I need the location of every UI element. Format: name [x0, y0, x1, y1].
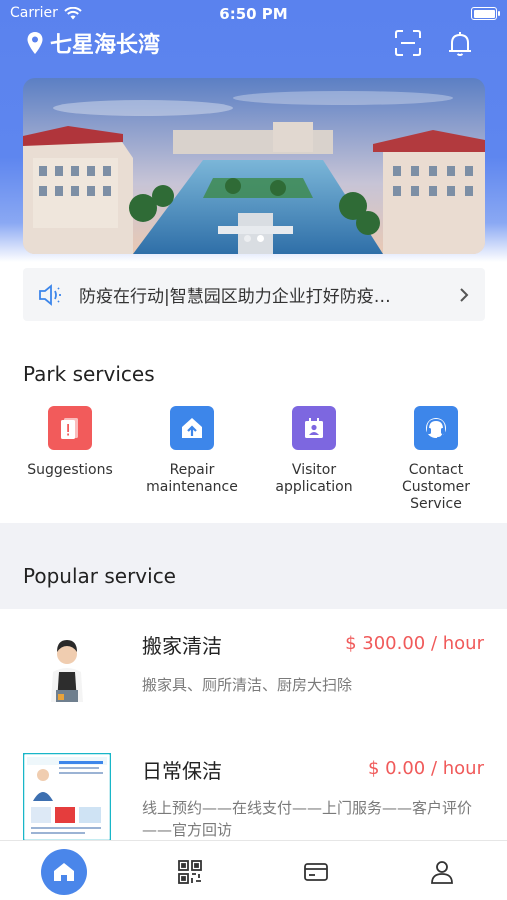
home-icon: [54, 863, 74, 881]
service-label: Visitor application: [275, 462, 353, 495]
bell-icon[interactable]: [445, 28, 475, 58]
service-description: 线上预约——在线支付——上门服务——客户评价——官方回访: [142, 799, 473, 839]
status-bar: Carrier 6:50 PM: [0, 0, 507, 28]
card-icon: [304, 863, 328, 881]
clock: 6:50 PM: [219, 5, 288, 23]
service-description: 搬家具、厕所清洁、厨房大扫除: [142, 676, 353, 694]
repair-home-icon: [170, 406, 214, 450]
header-actions: [393, 28, 475, 58]
headset-icon: [414, 406, 458, 450]
service-card[interactable]: 日常保洁 $ 0.00 / hour 线上预约——在线支付——上门服务——客户评…: [0, 745, 507, 845]
carousel-dots: [23, 235, 485, 242]
park-services-grid: Suggestions Repair maintenance Visitor app…: [0, 406, 507, 516]
service-label: Suggestions: [27, 462, 113, 478]
service-price: $ 0.00 / hour: [368, 758, 484, 779]
service-repair[interactable]: Repair maintenance: [132, 406, 252, 496]
tab-scan-code[interactable]: [167, 849, 213, 895]
chevron-right-icon: [460, 287, 469, 302]
bottom-tab-bar: [0, 840, 507, 900]
qr-code-icon: [178, 860, 202, 884]
announcement-bar[interactable]: 防疫在行动|智慧园区助力企业打好防疫…: [23, 268, 485, 321]
profile-icon: [431, 861, 453, 884]
service-visitor[interactable]: Visitor application: [254, 406, 374, 496]
location-name: 七星海长湾: [50, 33, 161, 58]
service-label: Contact Customer Service: [401, 462, 470, 512]
section-title-park-services: Park services: [23, 362, 155, 386]
speaker-icon: [39, 283, 61, 306]
battery-icon: [471, 7, 500, 20]
service-title: 日常保洁: [142, 759, 222, 783]
cleaner-photo: [23, 632, 111, 720]
suggestion-icon: [48, 406, 92, 450]
section-title-popular: Popular service: [23, 564, 176, 588]
banner-image: [23, 78, 485, 254]
tab-home[interactable]: [41, 849, 87, 895]
service-contact[interactable]: Contact Customer Service: [376, 406, 496, 513]
banner-carousel[interactable]: [23, 78, 485, 254]
service-label: Repair maintenance: [146, 462, 238, 495]
service-suggestions[interactable]: Suggestions: [10, 406, 130, 479]
service-title: 搬家清洁: [142, 634, 222, 658]
service-card[interactable]: 搬家清洁 $ 300.00 / hour 搬家具、厕所清洁、厨房大扫除: [0, 620, 507, 730]
location-selector[interactable]: 七星海长湾: [26, 27, 160, 59]
location-pin-icon: [27, 32, 43, 54]
announcement-text: 防疫在行动|智慧园区助力企业打好防疫…: [79, 287, 391, 307]
carousel-dot-active[interactable]: [257, 235, 264, 242]
tab-profile[interactable]: [419, 849, 465, 895]
scan-icon[interactable]: [393, 28, 423, 58]
daily-cleaning-poster: [23, 753, 111, 841]
visitor-badge-icon: [292, 406, 336, 450]
service-price: $ 300.00 / hour: [345, 633, 484, 654]
carousel-dot[interactable]: [244, 235, 251, 242]
tab-card[interactable]: [293, 849, 339, 895]
